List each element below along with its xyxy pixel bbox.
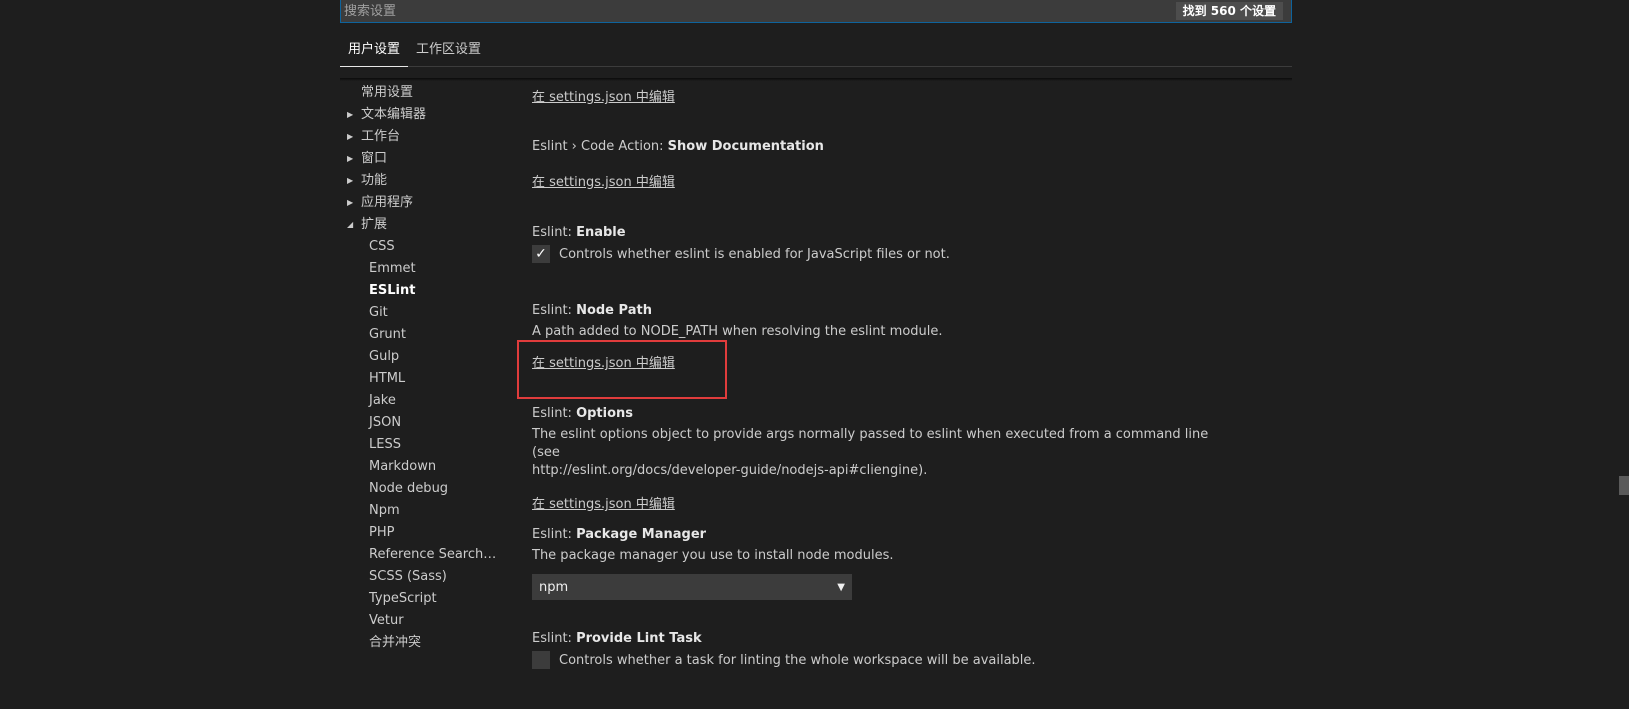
setting-enable: Eslint: Enable ✓ Controls whether eslint… bbox=[532, 224, 1232, 263]
toc-ext-emmet[interactable]: Emmet bbox=[340, 258, 500, 280]
toc-ext-scss[interactable]: SCSS (Sass) bbox=[340, 566, 500, 588]
toc-ext-eslint[interactable]: ESLint bbox=[340, 280, 500, 302]
setting-description: The package manager you use to install n… bbox=[532, 548, 894, 563]
search-bar: 找到 560 个设置 bbox=[340, 0, 1292, 23]
setting-name: Package Manager bbox=[576, 527, 707, 542]
toc-ext-reference-search[interactable]: Reference Search V... bbox=[340, 544, 500, 566]
setting-options: Eslint: Options The eslint options objec… bbox=[532, 405, 1232, 514]
toc-ext-node-debug[interactable]: Node debug bbox=[340, 478, 500, 500]
setting-name: Node Path bbox=[576, 303, 652, 318]
toc-item-workbench[interactable]: ▶ 工作台 bbox=[340, 126, 500, 148]
toc-ext-html[interactable]: HTML bbox=[340, 368, 500, 390]
twistie-collapsed-icon: ▶ bbox=[347, 110, 354, 119]
provide-lint-task-checkbox-row: Controls whether a task for linting the … bbox=[532, 651, 1232, 669]
toc-ext-less[interactable]: LESS bbox=[340, 434, 500, 456]
setting-description-link-text: http://eslint.org/docs/developer-guide/n… bbox=[532, 463, 928, 478]
twistie-expanded-icon: ◢ bbox=[347, 220, 354, 229]
search-input[interactable] bbox=[341, 0, 1176, 22]
toc-item-window[interactable]: ▶ 窗口 bbox=[340, 148, 500, 170]
toc-item-label: 功能 bbox=[361, 173, 388, 188]
setting-title: Eslint: Package Manager bbox=[532, 526, 1232, 544]
toc-item-extensions[interactable]: ◢ 扩展 bbox=[340, 214, 500, 236]
toc-item-label: 窗口 bbox=[361, 151, 388, 166]
setting-code-action-show-documentation: Eslint › Code Action: Show Documentation… bbox=[532, 138, 1232, 192]
toc-item-common[interactable]: 常用设置 bbox=[340, 82, 500, 104]
setting-prev-edit: 在 settings.json 中编辑 bbox=[532, 86, 1232, 107]
setting-category: Eslint › Code Action: bbox=[532, 139, 668, 154]
toc-item-label: 文本编辑器 bbox=[361, 107, 427, 122]
setting-title: Eslint: Options bbox=[532, 405, 1232, 423]
toc-item-label: 扩展 bbox=[361, 217, 388, 232]
setting-description: The eslint options object to provide arg… bbox=[532, 427, 1209, 460]
edit-in-settings-json-link[interactable]: 在 settings.json 中编辑 bbox=[532, 89, 675, 107]
provide-lint-task-checkbox[interactable] bbox=[532, 651, 550, 669]
toc-item-label: 工作台 bbox=[361, 129, 401, 144]
select-value: npm bbox=[539, 579, 569, 595]
chevron-down-icon: ▼ bbox=[837, 581, 845, 593]
setting-name: Provide Lint Task bbox=[576, 631, 702, 646]
settings-tabs: 用户设置 工作区设置 bbox=[340, 38, 1292, 67]
edit-in-settings-json-link[interactable]: 在 settings.json 中编辑 bbox=[532, 496, 675, 514]
toc-item-application[interactable]: ▶ 应用程序 bbox=[340, 192, 500, 214]
setting-category: Eslint: bbox=[532, 527, 577, 542]
twistie-collapsed-icon: ▶ bbox=[347, 154, 354, 163]
scrollbar-thumb[interactable] bbox=[1619, 476, 1629, 495]
toc-ext-git[interactable]: Git bbox=[340, 302, 500, 324]
toc-ext-css[interactable]: CSS bbox=[340, 236, 500, 258]
setting-description: Controls whether eslint is enabled for J… bbox=[559, 246, 950, 262]
package-manager-select[interactable]: npm ▼ bbox=[532, 574, 852, 600]
setting-description: Controls whether a task for linting the … bbox=[559, 652, 1036, 668]
setting-name: Enable bbox=[576, 225, 626, 240]
setting-title: Eslint › Code Action: Show Documentation bbox=[532, 138, 1232, 156]
twistie-collapsed-icon: ▶ bbox=[347, 198, 354, 207]
toc-ext-json[interactable]: JSON bbox=[340, 412, 500, 434]
setting-title: Eslint: Provide Lint Task bbox=[532, 630, 1232, 648]
toc-ext-vetur[interactable]: Vetur bbox=[340, 610, 500, 632]
setting-title: Eslint: Node Path bbox=[532, 302, 1232, 320]
tab-workspace-settings[interactable]: 工作区设置 bbox=[408, 38, 489, 67]
toc-item-label: 应用程序 bbox=[361, 195, 414, 210]
header-shadow bbox=[340, 78, 1292, 81]
toc-ext-markdown[interactable]: Markdown bbox=[340, 456, 500, 478]
enable-checkbox[interactable]: ✓ bbox=[532, 245, 550, 263]
toc-ext-php[interactable]: PHP bbox=[340, 522, 500, 544]
settings-toc: 常用设置 ▶ 文本编辑器 ▶ 工作台 ▶ 窗口 ▶ 功能 ▶ 应用程序 ◢ 扩展 CSS E… bbox=[340, 82, 500, 654]
setting-category: Eslint: bbox=[532, 406, 577, 421]
edit-in-settings-json-link[interactable]: 在 settings.json 中编辑 bbox=[532, 174, 675, 192]
setting-category: Eslint: bbox=[532, 303, 577, 318]
toc-ext-typescript[interactable]: TypeScript bbox=[340, 588, 500, 610]
twistie-collapsed-icon: ▶ bbox=[347, 176, 354, 185]
setting-name: Options bbox=[576, 406, 634, 421]
toc-ext-merge-conflict[interactable]: 合并冲突 bbox=[340, 632, 500, 654]
setting-package-manager: Eslint: Package Manager The package mana… bbox=[532, 526, 1232, 600]
result-count-badge: 找到 560 个设置 bbox=[1175, 2, 1283, 20]
highlight-annotation-box bbox=[517, 340, 727, 399]
setting-category: Eslint: bbox=[532, 225, 577, 240]
setting-description: A path added to NODE_PATH when resolving… bbox=[532, 324, 943, 339]
setting-name: Show Documentation bbox=[667, 139, 824, 154]
twistie-collapsed-icon: ▶ bbox=[347, 132, 354, 141]
toc-ext-grunt[interactable]: Grunt bbox=[340, 324, 500, 346]
toc-ext-npm[interactable]: Npm bbox=[340, 500, 500, 522]
setting-provide-lint-task: Eslint: Provide Lint Task Controls wheth… bbox=[532, 630, 1232, 669]
toc-ext-gulp[interactable]: Gulp bbox=[340, 346, 500, 368]
enable-checkbox-row: ✓ Controls whether eslint is enabled for… bbox=[532, 245, 1232, 263]
toc-item-features[interactable]: ▶ 功能 bbox=[340, 170, 500, 192]
setting-title: Eslint: Enable bbox=[532, 224, 1232, 242]
toc-item-text-editor[interactable]: ▶ 文本编辑器 bbox=[340, 104, 500, 126]
toc-ext-jake[interactable]: Jake bbox=[340, 390, 500, 412]
check-icon: ✓ bbox=[535, 246, 547, 262]
toc-item-label: 常用设置 bbox=[361, 85, 414, 100]
setting-category: Eslint: bbox=[532, 631, 577, 646]
tab-user-settings[interactable]: 用户设置 bbox=[340, 38, 409, 67]
